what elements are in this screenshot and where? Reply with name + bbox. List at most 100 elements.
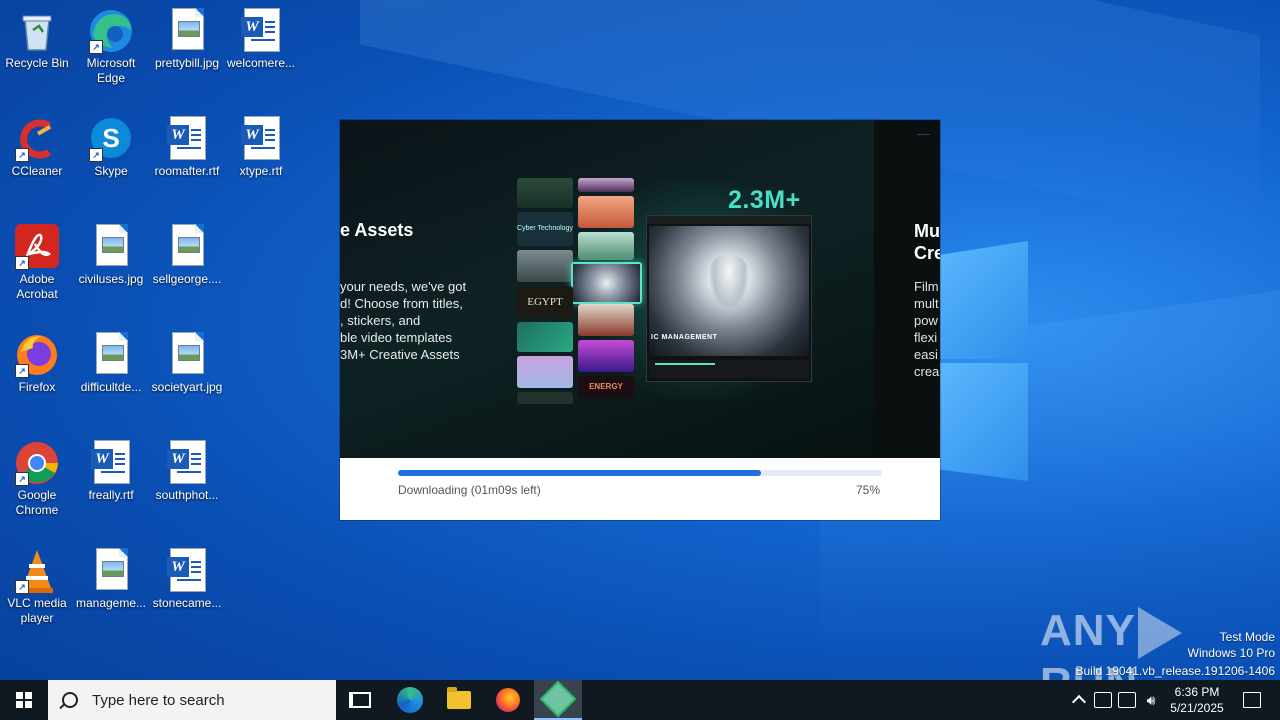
- slide-description: your needs, we've got d! Choose from tit…: [340, 279, 467, 362]
- desktop-icon-label: manageme...: [75, 596, 147, 610]
- desktop-icon-welcomere[interactable]: W welcomere...: [224, 8, 298, 71]
- desktop-icon-xtype[interactable]: W xtype.rtf: [224, 116, 298, 179]
- desktop-icon-label: VLC media player: [7, 596, 67, 625]
- installer-app-icon: [539, 680, 577, 718]
- camera-icon: [1094, 692, 1112, 708]
- notification-icon: [1243, 692, 1261, 708]
- asset-thumbnail-selected: [571, 262, 642, 304]
- desktop-icon-societyart[interactable]: societyart.jpg: [150, 332, 224, 395]
- desktop-icon-label: Recycle Bin: [5, 56, 69, 70]
- desktop-icon-roomafter[interactable]: W roomafter.rtf: [150, 116, 224, 179]
- taskbar-search-box[interactable]: Type here to search: [48, 680, 336, 720]
- asset-thumbnail-egypt: EGYPT: [517, 286, 573, 318]
- close-icon[interactable]: —: [917, 126, 930, 141]
- clock-time: 6:36 PM: [1174, 685, 1220, 699]
- tray-volume[interactable]: 🔊︎: [1142, 680, 1160, 720]
- word-document-icon: W: [165, 440, 209, 486]
- build-label: Build 19041.vb_release.191206-1406: [1075, 664, 1276, 678]
- desktop-icon-adobe-acrobat[interactable]: ↗ Adobe Acrobat: [0, 224, 74, 302]
- edge-icon: ↗: [89, 8, 133, 54]
- volume-icon: 🔊︎: [1146, 691, 1156, 708]
- editor-preview: IC MANAGEMENT: [646, 215, 812, 382]
- astronaut-preview-image: IC MANAGEMENT: [649, 226, 809, 356]
- desktop-icon-label: southphot...: [155, 488, 219, 502]
- task-view-button[interactable]: [336, 680, 384, 720]
- tray-meet-now[interactable]: [1094, 680, 1112, 720]
- start-button[interactable]: [0, 680, 48, 720]
- show-hidden-icons-button[interactable]: [1070, 680, 1088, 720]
- desktop-icon-freally[interactable]: W freally.rtf: [74, 440, 148, 503]
- taskbar-edge-button[interactable]: [386, 680, 434, 720]
- next-slide-title: Mu Cre: [914, 221, 940, 263]
- desktop-icon-label: freally.rtf: [88, 488, 134, 502]
- desktop-icon-difficultde[interactable]: difficultde...: [74, 332, 148, 395]
- word-document-icon: W: [89, 440, 133, 486]
- taskbar: Type here to search 🔊︎ 6:36 PM 5/21/2025: [0, 680, 1280, 720]
- windows-edition-label: Windows 10 Pro: [1187, 646, 1275, 660]
- desktop-icon-southphot[interactable]: W southphot...: [150, 440, 224, 503]
- desktop-icon-label: sellgeorge....: [152, 272, 222, 286]
- desktop-icon-prettybill[interactable]: prettybill.jpg: [150, 8, 224, 71]
- tray-network[interactable]: [1118, 680, 1136, 720]
- desktop-icon-recycle-bin[interactable]: Recycle Bin: [0, 8, 74, 71]
- download-progress-bar: [398, 470, 882, 476]
- vlc-icon: ↗: [15, 548, 59, 594]
- edge-icon: [397, 687, 423, 713]
- desktop-icon-ccleaner[interactable]: ↗ CCleaner: [0, 116, 74, 179]
- acrobat-icon: ↗: [15, 224, 59, 270]
- taskbar-firefox-button[interactable]: [484, 680, 532, 720]
- desktop-icon-skype[interactable]: S ↗ Skype: [74, 116, 148, 179]
- asset-thumbnail: [517, 392, 573, 404]
- image-file-icon: [89, 224, 133, 270]
- asset-thumbnail-cyber: Cyber Technology: [517, 212, 573, 246]
- desktop-icon-stonecame[interactable]: W stonecame...: [150, 548, 224, 611]
- asset-thumbnail: [578, 232, 634, 260]
- desktop-icon-sellgeorge[interactable]: sellgeorge....: [150, 224, 224, 287]
- search-placeholder: Type here to search: [92, 691, 225, 709]
- preview-caption: IC MANAGEMENT: [651, 334, 718, 341]
- asset-thumbnail: [578, 304, 634, 336]
- image-file-icon: [89, 548, 133, 594]
- image-file-icon: [165, 8, 209, 54]
- download-percent: 75%: [855, 483, 880, 497]
- desktop-icon-label: Google Chrome: [15, 488, 59, 517]
- desktop-icon-label: Firefox: [18, 380, 56, 394]
- desktop-icon-manageme[interactable]: manageme...: [74, 548, 148, 611]
- installer-window[interactable]: — e Assets your needs, we've got d! Choo…: [340, 120, 940, 520]
- chevron-up-icon: [1071, 694, 1087, 710]
- desktop-icon-label: Microsoft Edge: [86, 56, 136, 85]
- asset-thumbnail: [578, 196, 634, 228]
- taskbar-clock[interactable]: 6:36 PM 5/21/2025: [1164, 680, 1230, 720]
- desktop-icon-microsoft-edge[interactable]: ↗ Microsoft Edge: [74, 8, 148, 86]
- slide-title: e Assets: [340, 220, 414, 240]
- taskbar-file-explorer-button[interactable]: [435, 680, 483, 720]
- image-file-icon: [89, 332, 133, 378]
- word-document-icon: W: [239, 116, 283, 162]
- asset-thumbnail-grid: Cyber Technology EGYPT ENERGY: [517, 178, 642, 406]
- asset-thumbnail: [517, 356, 573, 388]
- asset-thumbnail-energy: ENERGY: [578, 376, 634, 398]
- ccleaner-icon: ↗: [15, 116, 59, 162]
- test-mode-label: Test Mode: [1219, 630, 1275, 644]
- download-status-text: Downloading (01m09s left): [398, 483, 541, 497]
- desktop-icon-label: stonecame...: [152, 596, 222, 610]
- word-document-icon: W: [165, 116, 209, 162]
- network-icon: [1118, 692, 1136, 708]
- chrome-icon: ↗: [15, 440, 59, 486]
- playback-controls: [649, 360, 809, 378]
- task-view-icon: [349, 692, 371, 708]
- desktop-icon-label: roomafter.rtf: [154, 164, 220, 178]
- desktop-icon-civiluses[interactable]: civiluses.jpg: [74, 224, 148, 287]
- asset-thumbnail: [517, 250, 573, 282]
- asset-thumbnail: [517, 322, 573, 352]
- desktop-icon-vlc[interactable]: ↗ VLC media player: [0, 548, 74, 626]
- action-center-button[interactable]: [1232, 680, 1272, 720]
- asset-thumbnail: [578, 178, 634, 192]
- desktop-icon-google-chrome[interactable]: ↗ Google Chrome: [0, 440, 74, 518]
- taskbar-installer-button[interactable]: [534, 680, 582, 720]
- desktop-icon-firefox[interactable]: ↗ Firefox: [0, 332, 74, 395]
- download-progress-section: Downloading (01m09s left) 75%: [340, 458, 940, 520]
- asset-thumbnail: [517, 178, 573, 208]
- desktop-icon-label: societyart.jpg: [151, 380, 223, 394]
- clock-date: 5/21/2025: [1170, 701, 1224, 715]
